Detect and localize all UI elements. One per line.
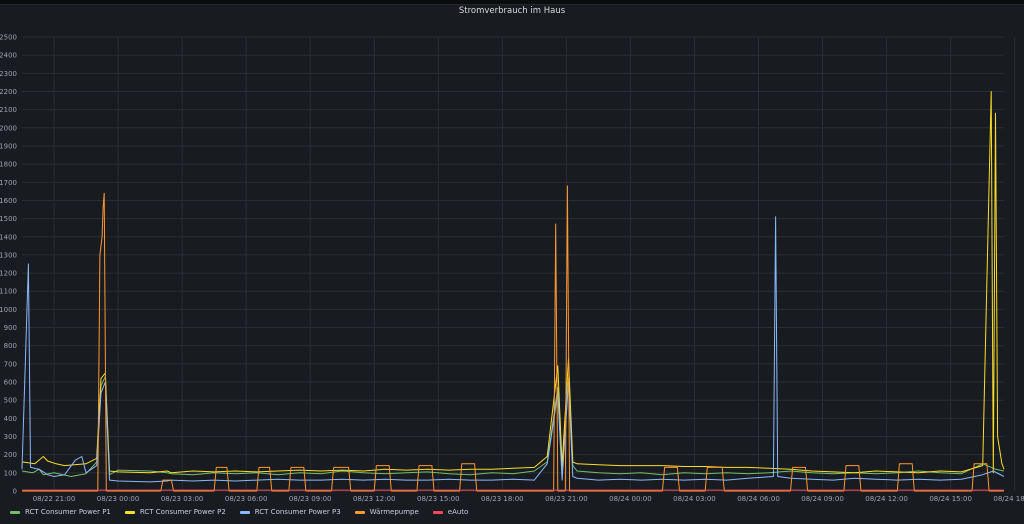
x-tick-label: 08/24 18:00 (993, 495, 1024, 503)
y-tick-label: 1100 (0, 288, 17, 296)
legend-item-1[interactable]: RCT Consumer Power P1 (10, 508, 111, 516)
y-tick-label: 1900 (0, 142, 17, 150)
y-axis: 0 100 200 300 400 500 600 700 800 900 1000 1100 1200… (0, 34, 17, 496)
y-tick-label: 600 (4, 379, 17, 387)
y-tick-label: 2500 (0, 34, 17, 42)
series-line-2[interactable] (21, 91, 1005, 474)
x-tick-label: 08/23 09:00 (289, 495, 332, 503)
y-tick-label: 1400 (0, 233, 17, 241)
legend-label: Wärmepumpe (369, 508, 419, 516)
x-tick-label: 08/23 21:00 (545, 495, 588, 503)
y-tick-label: 800 (4, 342, 17, 350)
legend-label: eAuto (447, 508, 469, 516)
x-tick-label: 08/23 00:00 (97, 495, 140, 503)
y-tick-label: 0 (13, 488, 17, 496)
y-tick-label: 1500 (0, 215, 17, 223)
legend-item-3[interactable]: RCT Consumer Power P3 (239, 508, 341, 516)
x-tick-label: 08/22 21:00 (33, 495, 76, 503)
y-tick-label: 700 (4, 360, 17, 368)
x-tick-label: 08/24 15:00 (929, 495, 972, 503)
x-tick-label: 08/23 15:00 (417, 495, 460, 503)
legend-item-4[interactable]: Wärmepumpe (354, 508, 419, 516)
y-tick-label: 1300 (0, 251, 17, 259)
legend: RCT Consumer Power P1 RCT Consumer Power … (10, 505, 482, 519)
y-tick-label: 1200 (0, 270, 17, 278)
x-tick-label: 08/23 12:00 (353, 495, 396, 503)
series-line-3[interactable] (21, 216, 1005, 483)
y-tick-label: 400 (4, 415, 17, 423)
series-line-4[interactable] (22, 185, 1004, 492)
series-line-1[interactable] (21, 376, 1005, 477)
legend-swatch (354, 510, 365, 514)
x-tick-label: 08/24 03:00 (673, 495, 716, 503)
y-tick-label: 1700 (0, 179, 17, 187)
legend-swatch (239, 510, 250, 514)
x-tick-label: 08/24 06:00 (737, 495, 780, 503)
x-tick-label: 08/24 00:00 (609, 495, 652, 503)
legend-label: RCT Consumer Power P1 (25, 508, 111, 516)
legend-swatch (124, 510, 135, 514)
y-tick-label: 2400 (0, 52, 17, 60)
x-tick-label: 08/24 09:00 (801, 495, 844, 503)
y-tick-label: 2300 (0, 70, 17, 78)
x-tick-label: 08/23 06:00 (225, 495, 268, 503)
y-tick-label: 500 (4, 397, 17, 405)
y-tick-label: 200 (4, 451, 17, 459)
x-tick-label: 08/24 12:00 (865, 495, 908, 503)
y-tick-label: 900 (4, 324, 17, 332)
chart-grid (22, 36, 1016, 492)
y-tick-label: 300 (4, 433, 17, 441)
x-tick-label: 08/23 18:00 (481, 495, 524, 503)
x-axis: 08/22 21:00 08/23 00:00 08/23 03:00 08/23 0… (33, 495, 1024, 503)
chart-canvas: 0 100 200 300 400 500 600 700 800 900 1000 1100 1200… (0, 34, 1024, 504)
legend-swatch (10, 510, 20, 514)
y-tick-label: 2000 (0, 124, 17, 132)
y-tick-label: 2100 (0, 106, 17, 114)
legend-swatch (432, 510, 443, 514)
y-tick-label: 2200 (0, 88, 17, 96)
x-tick-label: 08/23 03:00 (161, 495, 204, 503)
legend-item-2[interactable]: RCT Consumer Power P2 (124, 508, 226, 516)
legend-item-5[interactable]: eAuto (432, 508, 469, 516)
y-tick-label: 1600 (0, 197, 17, 205)
y-tick-label: 1000 (0, 306, 17, 314)
y-tick-label: 1800 (0, 161, 17, 169)
legend-label: RCT Consumer Power P2 (139, 508, 226, 516)
legend-label: RCT Consumer Power P3 (254, 508, 341, 516)
y-tick-label: 100 (4, 469, 17, 477)
